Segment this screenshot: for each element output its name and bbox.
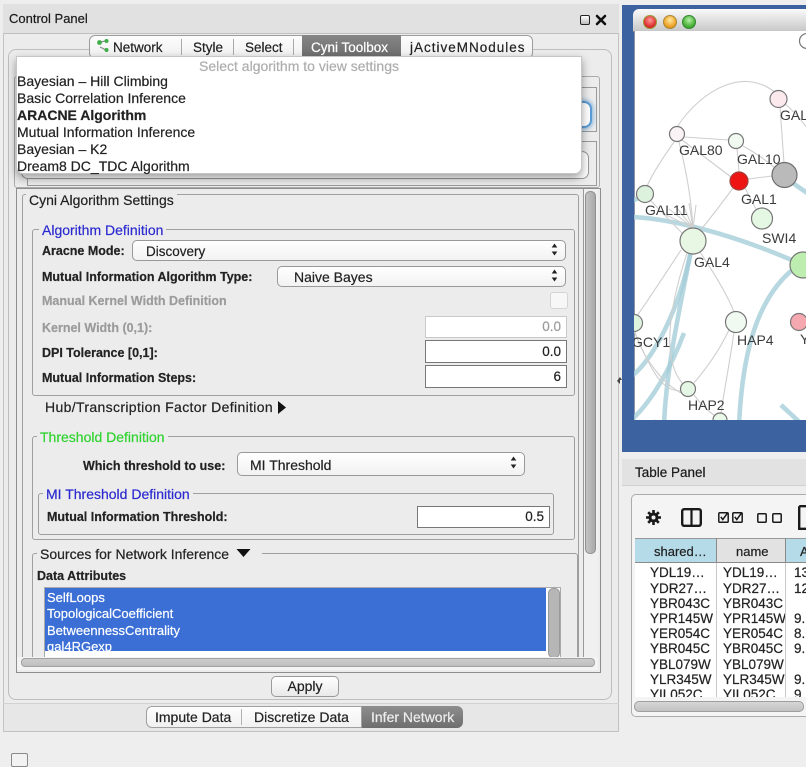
svg-text:Y: Y xyxy=(800,331,806,347)
svg-text:GAL2: GAL2 xyxy=(780,107,806,123)
svg-text:GCY1: GCY1 xyxy=(634,334,670,350)
svg-text:GAL10: GAL10 xyxy=(737,151,781,167)
svg-text:GAL11: GAL11 xyxy=(645,202,688,218)
svg-text:GAL80: GAL80 xyxy=(679,142,723,158)
svg-text:HAP2: HAP2 xyxy=(688,397,725,413)
svg-text:GAL4: GAL4 xyxy=(694,254,730,270)
svg-text:HAP4: HAP4 xyxy=(737,332,774,348)
svg-text:SWI4: SWI4 xyxy=(762,230,796,246)
svg-text:GAL1: GAL1 xyxy=(741,191,777,207)
